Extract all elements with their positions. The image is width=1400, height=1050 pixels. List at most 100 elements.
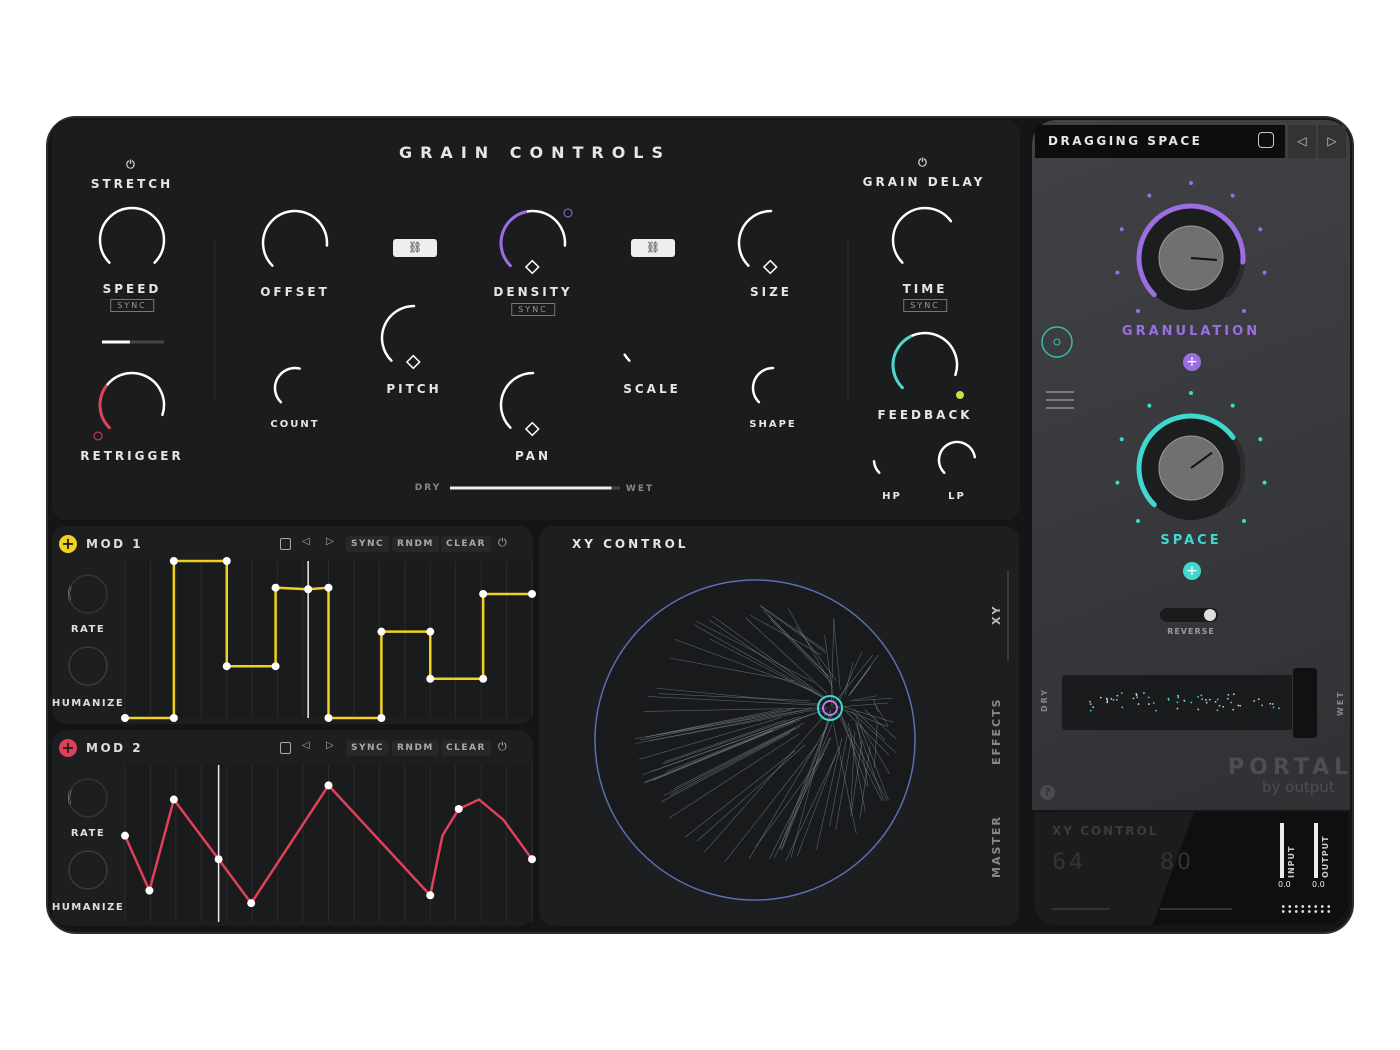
pitch-knob[interactable] bbox=[376, 300, 452, 376]
mod1-node[interactable] bbox=[222, 662, 231, 671]
mod1-node[interactable] bbox=[426, 674, 435, 683]
mod1-node[interactable] bbox=[121, 714, 129, 722]
grain-particle bbox=[1121, 706, 1124, 709]
grain-particle bbox=[1147, 703, 1150, 705]
mod1-node[interactable] bbox=[324, 714, 333, 722]
grain-particle bbox=[1190, 701, 1193, 704]
hp-knob[interactable] bbox=[868, 436, 916, 484]
mod1-node[interactable] bbox=[528, 589, 536, 598]
mod2-node[interactable] bbox=[324, 781, 333, 790]
grain-particle bbox=[1092, 706, 1095, 709]
grain-particle bbox=[1099, 696, 1102, 699]
grain-particle bbox=[1112, 699, 1115, 701]
mod1-node[interactable] bbox=[479, 674, 488, 683]
grain-particle bbox=[1135, 694, 1138, 697]
grain-particle bbox=[1106, 698, 1108, 701]
tick-dot bbox=[1189, 181, 1193, 185]
grain-particle bbox=[1205, 701, 1208, 704]
mod2-node[interactable] bbox=[145, 886, 154, 895]
tick-dot bbox=[1262, 270, 1267, 275]
retrigger-knob[interactable] bbox=[94, 367, 170, 443]
offset-knob[interactable] bbox=[257, 205, 333, 281]
mod1-node[interactable] bbox=[271, 583, 280, 592]
grain-particle bbox=[1143, 692, 1145, 694]
mod2-node[interactable] bbox=[121, 831, 129, 840]
xy-view-button[interactable] bbox=[1041, 326, 1073, 358]
grain-particle bbox=[1201, 698, 1204, 701]
grain-particle bbox=[1115, 698, 1118, 701]
feedback-mod-dot bbox=[956, 391, 964, 399]
mod1-rate-knob[interactable] bbox=[68, 574, 108, 614]
mod2-node[interactable] bbox=[426, 891, 435, 900]
shape-knob[interactable] bbox=[747, 362, 799, 414]
mod2-node[interactable] bbox=[528, 855, 536, 864]
tick-dot bbox=[1258, 227, 1263, 232]
mod2-node[interactable] bbox=[454, 804, 463, 813]
mod1-node[interactable] bbox=[324, 583, 333, 592]
grain-particle bbox=[1154, 709, 1157, 712]
mod1-node[interactable] bbox=[377, 714, 386, 722]
tick-dot bbox=[1115, 480, 1120, 485]
scale-knob[interactable] bbox=[614, 300, 690, 376]
mod2-node[interactable] bbox=[214, 855, 223, 864]
grain-particle bbox=[1261, 704, 1264, 707]
count-knob[interactable] bbox=[269, 362, 321, 414]
tick-dot bbox=[1258, 437, 1263, 442]
grain-particle bbox=[1205, 699, 1207, 701]
grain-particle bbox=[1120, 692, 1123, 694]
tick-dot bbox=[1242, 309, 1247, 314]
grain-particle bbox=[1214, 700, 1217, 703]
grain-particle bbox=[1136, 696, 1139, 699]
tick-dot bbox=[1230, 193, 1235, 198]
tick-dot bbox=[1230, 403, 1235, 408]
grain-particle bbox=[1269, 702, 1272, 705]
grain-particle bbox=[1106, 701, 1109, 704]
mod1-humanize-knob[interactable] bbox=[68, 646, 108, 686]
grain-particle bbox=[1230, 701, 1233, 704]
grain-particle bbox=[1177, 694, 1179, 697]
tick-dot bbox=[1242, 519, 1247, 524]
grain-particle bbox=[1132, 697, 1135, 700]
size-knob[interactable] bbox=[733, 205, 809, 281]
grain-particle bbox=[1237, 704, 1240, 707]
mod1-node[interactable] bbox=[377, 627, 386, 636]
tick-dot bbox=[1189, 391, 1193, 395]
mod1-node[interactable] bbox=[479, 589, 488, 598]
grain-particle bbox=[1147, 696, 1150, 699]
mod1-node[interactable] bbox=[426, 627, 435, 636]
mod1-node[interactable] bbox=[304, 585, 313, 594]
mod2-node[interactable] bbox=[169, 795, 178, 804]
feedback-knob[interactable] bbox=[887, 327, 963, 403]
grain-particle bbox=[1208, 698, 1211, 701]
mod1-node[interactable] bbox=[222, 557, 231, 565]
grain-particle bbox=[1089, 703, 1092, 706]
tick-dot bbox=[1147, 193, 1152, 198]
tick-dot bbox=[1115, 270, 1120, 275]
tick-dot bbox=[1119, 437, 1124, 442]
grain-particle bbox=[1152, 702, 1155, 704]
mod2-humanize-knob[interactable] bbox=[68, 850, 108, 890]
tick-dot bbox=[1262, 480, 1267, 485]
grain-particle bbox=[1272, 706, 1275, 709]
grain-particle bbox=[1271, 703, 1274, 705]
grain-particle bbox=[1216, 698, 1219, 701]
tick-dot bbox=[1135, 309, 1140, 314]
grain-particle bbox=[1177, 696, 1180, 699]
xy-pad[interactable] bbox=[594, 579, 916, 901]
mod1-node[interactable] bbox=[169, 714, 178, 722]
mod1-node[interactable] bbox=[169, 557, 178, 565]
grain-particle bbox=[1200, 694, 1203, 697]
grain-particle bbox=[1197, 695, 1200, 698]
grain-particle bbox=[1239, 704, 1242, 707]
time-knob[interactable] bbox=[887, 202, 963, 278]
grain-particle bbox=[1197, 708, 1200, 711]
grain-particle bbox=[1253, 700, 1256, 702]
speed-knob[interactable] bbox=[94, 202, 170, 278]
mod2-rate-knob[interactable] bbox=[68, 778, 108, 818]
mod2-node[interactable] bbox=[247, 899, 256, 908]
pan-knob[interactable] bbox=[495, 367, 571, 443]
xy-view-icon bbox=[1053, 338, 1061, 346]
mod1-node[interactable] bbox=[271, 662, 280, 671]
density-knob[interactable] bbox=[495, 205, 571, 281]
grain-particle bbox=[1116, 694, 1119, 697]
